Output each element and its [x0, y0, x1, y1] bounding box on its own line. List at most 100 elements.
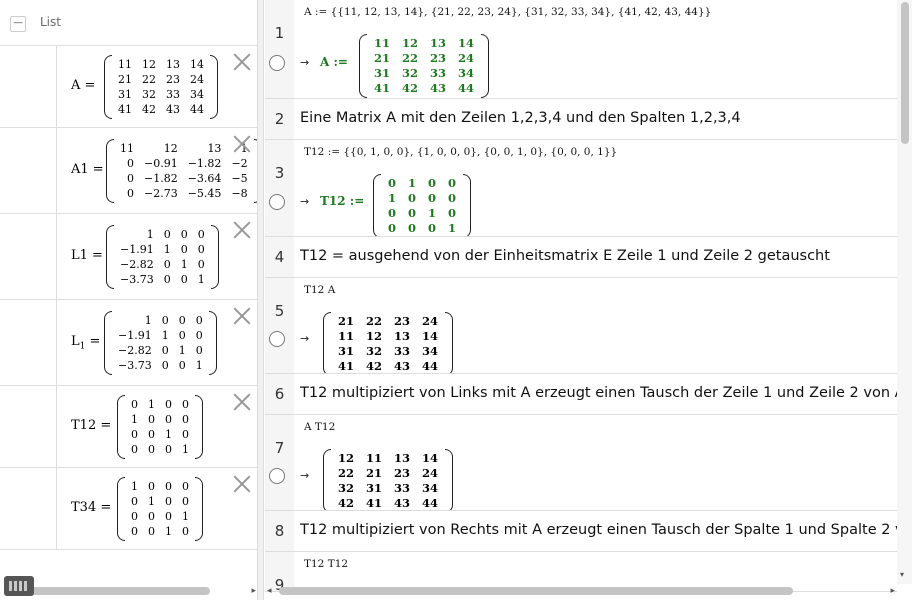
- text-cell[interactable]: T12 multipiziert von Rechts mit A erzeug…: [300, 522, 897, 538]
- row-header[interactable]: 2: [265, 99, 294, 139]
- object-name: T34 =: [71, 500, 111, 515]
- close-icon[interactable]: [233, 53, 251, 71]
- matrix-cell: 34: [422, 344, 439, 358]
- show-in-graphics-toggle[interactable]: [269, 193, 285, 210]
- visibility-toggle[interactable]: [0, 468, 57, 549]
- matrix-cell: 22: [338, 466, 355, 480]
- matrix-cell: 1: [163, 243, 171, 256]
- matrix: 12 11 13 14 22 21 23 24 32 31 33 34 42 41 43 44: [323, 449, 454, 510]
- matrix-cell: 0: [178, 359, 186, 372]
- object-name-text: A: [71, 78, 81, 93]
- visibility-toggle[interactable]: [0, 46, 57, 127]
- cas-input[interactable]: A := {{11, 12, 13, 14}, {21, 22, 23, 24}…: [304, 6, 711, 18]
- matrix-cell: 0: [148, 443, 155, 456]
- algebra-item-l1[interactable]: L1 = 1 0 0 0 −1.91 1 0 0 −2.82 0 1 0 −3.73 0 0 1: [0, 214, 257, 300]
- matrix-cell: −1.82: [144, 172, 178, 185]
- matrix-cell: 0: [182, 525, 189, 538]
- algebra-item-t34[interactable]: T34 = 1000010000010010: [0, 468, 257, 550]
- cas-horizontal-scrollbar[interactable]: ◂ ▸: [265, 584, 897, 598]
- text-cell[interactable]: T12 multipiziert von Links mit A erzeugt…: [300, 385, 897, 401]
- row-header[interactable]: 4: [265, 237, 294, 277]
- close-icon[interactable]: [233, 307, 251, 325]
- text-cell[interactable]: Eine Matrix A mit den Zeilen 1,2,3,4 und…: [300, 110, 741, 126]
- matrix-cell: 0: [127, 187, 134, 200]
- algebra-item-l1[interactable]: L1 = 1 0 0 0 −1.91 1 0 0 −2.82 0 1 0 −3.73 0 0 1: [0, 300, 257, 386]
- matrix-cell: 0: [448, 176, 457, 190]
- close-icon[interactable]: [233, 135, 251, 153]
- visibility-toggle[interactable]: [0, 300, 57, 385]
- visibility-toggle[interactable]: [0, 128, 57, 213]
- show-in-graphics-toggle[interactable]: [269, 54, 285, 71]
- matrix-cell: 0: [197, 243, 205, 256]
- show-in-graphics-toggle[interactable]: [269, 468, 285, 484]
- algebra-item-a1[interactable]: A1 = 11 12 13 1 0 −0.91 −1.82 −2 0 −1.82 −3.64 −5 0−…: [0, 128, 257, 214]
- minus-icon[interactable]: −: [10, 16, 26, 32]
- algebra-item-a[interactable]: A = 11 12 13 14 21 22 23 24 31 32 33 34 41 42 43 44: [0, 46, 257, 128]
- close-icon[interactable]: [233, 393, 251, 411]
- matrix-cell: 44: [422, 496, 439, 510]
- matrix-cell: 1: [388, 191, 397, 205]
- matrix-cell: 33: [166, 88, 180, 101]
- matrix-cell: 0: [408, 191, 417, 205]
- keyboard-icon[interactable]: [4, 576, 34, 596]
- cas-row-8[interactable]: 8 T12 multipiziert von Rechts mit A erzeu…: [265, 511, 897, 552]
- cas-row-6[interactable]: 6 T12 multipiziert von Links mit A erzeug…: [265, 374, 897, 415]
- algebra-horizontal-scrollbar[interactable]: ▸: [0, 584, 257, 598]
- scroll-down-icon[interactable]: ▾: [900, 570, 904, 579]
- matrix-cell: 43: [430, 81, 447, 95]
- matrix-cell: 32: [366, 344, 383, 358]
- cas-row-7[interactable]: 7 A T12 → 12 11 13 14 22 21 23 24 32 31 33 34 42 41 43 44: [265, 415, 897, 511]
- matrix-value: 11 12 13 14 21 22 23 24 31 32 33 34 41 42 43 44: [104, 55, 218, 121]
- text-cell[interactable]: T12 = ausgehend von der Einheitsmatrix E…: [300, 248, 830, 264]
- scroll-right-icon[interactable]: ▸: [890, 584, 895, 598]
- row-number: 8: [274, 521, 285, 540]
- cas-input[interactable]: T12 := {{0, 1, 0, 0}, {1, 0, 0, 0}, {0, …: [304, 146, 617, 158]
- matrix: 1 0 0 0 −1.91 1 0 0 −2.82 0 1 0 −3.73 0 0 1: [104, 311, 217, 375]
- matrix-cell: 34: [422, 481, 439, 495]
- matrix-cell: 11: [120, 142, 134, 155]
- matrix-cell: 1: [182, 443, 189, 456]
- scrollbar-thumb[interactable]: [279, 587, 793, 595]
- matrix-cell: 12: [142, 58, 156, 71]
- equals-sign: =: [96, 418, 112, 433]
- algebra-item-t12[interactable]: T12 = 0100100000100001: [0, 386, 257, 468]
- visibility-toggle[interactable]: [0, 214, 57, 299]
- equals-sign: =: [96, 500, 112, 515]
- scrollbar-thumb[interactable]: [12, 587, 210, 595]
- output-matrix: 0100100000100001: [373, 174, 472, 236]
- matrix-cell: 13: [394, 329, 411, 343]
- scroll-right-icon[interactable]: ▸: [251, 584, 256, 598]
- cas-input[interactable]: T12 T12: [304, 558, 348, 570]
- matrix-cell: 0: [448, 206, 457, 220]
- row-header[interactable]: 1: [265, 0, 294, 98]
- matrix-cell: 0: [127, 172, 134, 185]
- cas-input[interactable]: T12 A: [304, 284, 335, 296]
- show-in-graphics-toggle[interactable]: [269, 331, 285, 347]
- view-splitter[interactable]: [258, 0, 264, 600]
- scroll-left-icon[interactable]: ◂: [267, 584, 272, 598]
- matrix-cell: 11: [366, 451, 383, 465]
- cas-row-3[interactable]: 3 T12 := {{0, 1, 0, 0}, {1, 0, 0, 0}, {0,…: [265, 140, 897, 237]
- close-icon[interactable]: [233, 221, 251, 239]
- matrix: 0100100000100001: [373, 174, 472, 236]
- row-header[interactable]: 6: [265, 374, 294, 414]
- row-header[interactable]: 3: [265, 140, 294, 236]
- row-header[interactable]: 7: [265, 415, 294, 510]
- close-icon[interactable]: [233, 475, 251, 493]
- scrollbar-thumb[interactable]: [901, 2, 909, 144]
- visibility-toggle[interactable]: [0, 386, 57, 467]
- matrix-cell: 0: [197, 258, 205, 271]
- cas-row-2[interactable]: 2 Eine Matrix A mit den Zeilen 1,2,3,4 un…: [265, 99, 897, 140]
- matrix-cell: 0: [388, 221, 397, 235]
- cas-row-5[interactable]: 5 T12 A → 21 22 23 24 11 12 13 14 31 32 33 34 41 42 43 44: [265, 278, 897, 374]
- row-header[interactable]: 8: [265, 511, 294, 551]
- object-name: L1 =: [71, 334, 100, 352]
- cas-row-4[interactable]: 4 T12 = ausgehend von der Einheitsmatrix …: [265, 237, 897, 278]
- matrix-cell: 11: [374, 36, 391, 50]
- cas-vertical-scrollbar[interactable]: ▾: [897, 0, 912, 584]
- cas-row-1[interactable]: 1 A := {{11, 12, 13, 14}, {21, 22, 23, 24…: [265, 0, 897, 99]
- row-header[interactable]: 5: [265, 278, 294, 373]
- cas-input[interactable]: A T12: [304, 421, 335, 433]
- equals-sign: =: [85, 334, 101, 349]
- matrix-cell: 0: [408, 206, 417, 220]
